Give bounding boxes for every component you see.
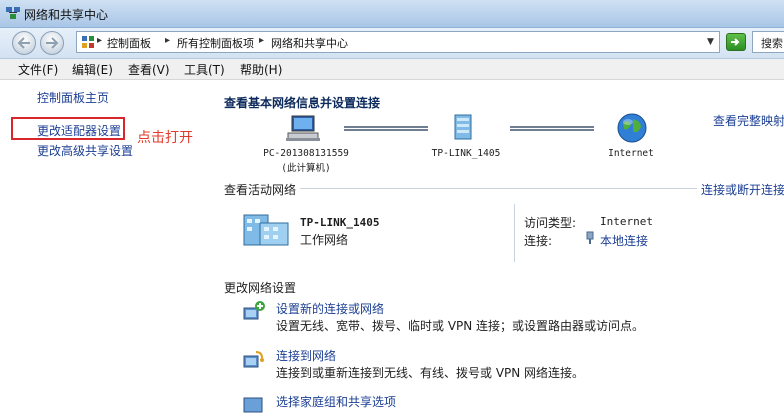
access-type-label: 访问类型: — [524, 216, 577, 230]
breadcrumb-separator[interactable]: ▸ — [259, 35, 264, 46]
internet-globe-icon — [617, 113, 647, 143]
connect-disconnect-link[interactable]: 连接或断开连接 — [697, 181, 784, 198]
breadcrumb-network-center[interactable]: 网络和共享中心 — [271, 35, 348, 51]
breadcrumb-separator: ▸ — [97, 35, 103, 46]
network-center-icon — [6, 7, 20, 19]
address-dropdown-icon[interactable]: ▼ — [707, 37, 714, 47]
change-settings-heading: 更改网络设置 — [224, 279, 301, 296]
node-internet-name: Internet — [608, 148, 654, 159]
annotation-text: 点击打开 — [137, 130, 193, 146]
highlight-box — [11, 117, 125, 140]
homegroup-icon — [243, 397, 263, 413]
vertical-divider — [514, 204, 515, 262]
back-arrow-icon — [17, 37, 30, 49]
address-toolbar: ▸ 控制面板 ▸ 所有控制面板项 ▸ 网络和共享中心 ▼ 搜索 — [0, 28, 784, 59]
breadcrumb-separator[interactable]: ▸ — [165, 35, 170, 46]
menu-view[interactable]: 查看(V) — [128, 61, 170, 78]
menu-tools[interactable]: 工具(T) — [184, 61, 225, 78]
search-placeholder: 搜索 — [761, 37, 783, 50]
task-connect-network-title[interactable]: 连接到网络 — [276, 347, 336, 364]
task-connect-network-desc: 连接到或重新连接到无线、有线、拨号或 VPN 网络连接。 — [276, 366, 585, 380]
breadcrumb-control-panel[interactable]: 控制面板 — [107, 35, 151, 51]
sidebar-item-advanced-sharing[interactable]: 更改高级共享设置 — [37, 142, 133, 159]
sidebar-item-control-panel-home[interactable]: 控制面板主页 — [37, 89, 109, 106]
refresh-icon — [731, 38, 740, 46]
menu-help[interactable]: 帮助(H) — [240, 61, 282, 78]
new-connection-icon — [243, 301, 265, 320]
address-input[interactable]: ▸ 控制面板 ▸ 所有控制面板项 ▸ 网络和共享中心 ▼ — [76, 31, 720, 53]
active-networks-heading: 查看活动网络 — [224, 181, 301, 198]
page-heading: 查看基本网络信息并设置连接 — [224, 96, 381, 110]
task-new-connection-desc: 设置无线、宽带、拨号、临时或 VPN 连接；或设置路由器或访问点。 — [276, 319, 645, 333]
node-router-name: TP-LINK_1405 — [431, 148, 501, 159]
task-new-connection-title[interactable]: 设置新的连接或网络 — [276, 300, 384, 317]
connection-label: 连接: — [524, 234, 553, 248]
menu-file[interactable]: 文件(F) — [18, 61, 58, 78]
network-icon — [454, 114, 472, 140]
refresh-button[interactable] — [726, 33, 746, 51]
connect-network-icon — [243, 351, 264, 368]
computer-icon — [286, 115, 320, 141]
ethernet-icon — [586, 231, 594, 244]
back-button[interactable] — [12, 31, 36, 55]
full-map-link[interactable]: 查看完整映射 — [713, 112, 784, 129]
active-network-name: TP-LINK_1405 — [300, 216, 380, 229]
control-panel-icon — [82, 36, 94, 48]
connection-line — [510, 126, 594, 131]
title-bar: 网络和共享中心 — [0, 0, 784, 28]
node-pc-sublabel: (此计算机) — [281, 163, 331, 174]
node-pc-name: PC-201308131559 — [263, 148, 349, 159]
menu-edit[interactable]: 编辑(E) — [72, 61, 113, 78]
access-type-value: Internet — [600, 215, 653, 228]
task-homegroup-title[interactable]: 选择家庭组和共享选项 — [276, 393, 396, 410]
local-connection-link[interactable]: 本地连接 — [600, 232, 648, 249]
network-building-icon — [243, 214, 289, 246]
window-title: 网络和共享中心 — [24, 8, 109, 22]
menu-bar: 文件(F) 编辑(E) 查看(V) 工具(T) 帮助(H) — [0, 59, 784, 80]
connection-line — [344, 126, 428, 131]
active-network-type[interactable]: 工作网络 — [300, 231, 348, 248]
forward-button[interactable] — [40, 31, 64, 55]
search-input[interactable]: 搜索 — [752, 31, 784, 53]
breadcrumb-all-items[interactable]: 所有控制面板项 — [177, 35, 254, 51]
forward-arrow-icon — [46, 37, 59, 49]
